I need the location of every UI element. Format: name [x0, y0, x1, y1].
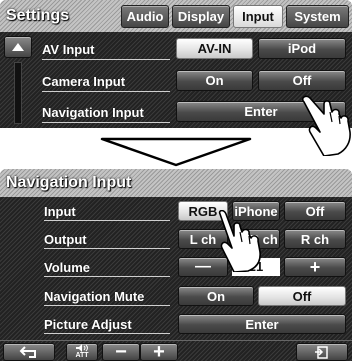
navigation-mute-label: Navigation Mute [44, 289, 145, 304]
output-rch-label: R ch [300, 231, 330, 247]
exit-button[interactable] [296, 343, 348, 361]
picture-adjust-enter-label: Enter [245, 316, 279, 332]
navigation-title: Navigation Input [6, 174, 132, 191]
camera-off-button[interactable]: Off [258, 70, 346, 91]
tab-display[interactable]: Display [172, 5, 230, 28]
tab-system-label: System [294, 9, 341, 24]
picture-adjust-label: Picture Adjust [44, 317, 132, 332]
picture-adjust-enter-button[interactable]: Enter [178, 314, 346, 334]
input-rgb-button[interactable]: RGB [178, 201, 228, 221]
output-lrch-label: L+R ch [234, 231, 278, 247]
input-iphone-button[interactable]: iPhone [232, 201, 280, 221]
navigation-enter-label: Enter [244, 104, 278, 119]
att-button[interactable]: ATT [66, 343, 98, 361]
tab-audio[interactable]: Audio [121, 5, 169, 28]
volume-plus-button[interactable]: + [140, 341, 178, 361]
row-divider [44, 333, 170, 334]
settings-panel: AV Input AV-IN iPod Camera Input On Off … [0, 32, 352, 128]
camera-on-label: On [205, 73, 224, 88]
bottom-bar: ATT − + [0, 340, 352, 361]
tab-display-label: Display [177, 9, 225, 24]
back-arrow-icon [19, 346, 36, 358]
row-divider [44, 305, 170, 306]
row-divider [44, 220, 170, 221]
exit-door-icon [315, 345, 328, 359]
scroll-up-button[interactable] [4, 36, 32, 58]
av-in-button[interactable]: AV-IN [176, 38, 253, 59]
row-divider [42, 122, 170, 123]
speaker-icon [76, 344, 88, 352]
tab-system[interactable]: System [286, 5, 349, 28]
chevron-down-icon [100, 137, 252, 167]
output-label: Output [44, 232, 87, 247]
input-iphone-label: iPhone [234, 203, 278, 219]
row-divider [42, 91, 170, 92]
camera-input-label: Camera Input [42, 74, 126, 89]
output-rch-button[interactable]: R ch [284, 229, 346, 249]
output-lrch-button[interactable]: L+R ch [232, 229, 280, 249]
navigation-input-label: Navigation Input [42, 105, 144, 120]
ipod-label: iPod [287, 41, 317, 56]
navigation-enter-button[interactable]: Enter [176, 101, 346, 122]
mute-on-button[interactable]: On [178, 286, 254, 306]
back-button[interactable] [3, 343, 55, 361]
output-lch-button[interactable]: L ch [178, 229, 228, 249]
volume-plus-label: + [153, 341, 165, 361]
camera-on-button[interactable]: On [176, 70, 253, 91]
mute-off-button[interactable]: Off [258, 286, 346, 306]
mute-on-label: On [206, 288, 226, 304]
volume-down-label: — [195, 258, 211, 275]
att-label: ATT [75, 352, 89, 359]
volume-value: 21 [232, 258, 280, 276]
settings-title-bar: Settings Audio Display Input System [0, 0, 352, 32]
tab-audio-label: Audio [126, 9, 164, 24]
row-divider [44, 248, 170, 249]
volume-down-button[interactable]: — [178, 257, 228, 277]
tab-input-label: Input [242, 9, 274, 24]
mute-off-label: Off [292, 288, 312, 304]
ipod-button[interactable]: iPod [258, 38, 346, 59]
volume-up-label: + [309, 257, 321, 277]
volume-up-button[interactable]: + [284, 257, 346, 277]
camera-off-label: Off [292, 73, 312, 88]
tab-input[interactable]: Input [233, 5, 283, 28]
row-divider [42, 59, 170, 60]
input-off-button[interactable]: Off [284, 201, 346, 221]
av-in-label: AV-IN [197, 41, 232, 56]
volume-label: Volume [44, 260, 90, 275]
volume-minus-label: − [115, 341, 127, 361]
input-rgb-label: RGB [188, 203, 218, 219]
triangle-up-icon [12, 43, 24, 51]
navigation-title-bar: Navigation Input [0, 169, 352, 197]
av-input-label: AV Input [42, 42, 95, 57]
scrollbar-track[interactable] [14, 62, 22, 124]
output-lch-label: L ch [189, 231, 217, 247]
navigation-panel: Input RGB iPhone Off Output L ch L+R ch … [0, 197, 352, 340]
input-off-label: Off [305, 203, 325, 219]
volume-minus-button[interactable]: − [102, 341, 140, 361]
row-divider [44, 276, 170, 277]
settings-title: Settings [6, 7, 70, 24]
input-label: Input [44, 204, 76, 219]
